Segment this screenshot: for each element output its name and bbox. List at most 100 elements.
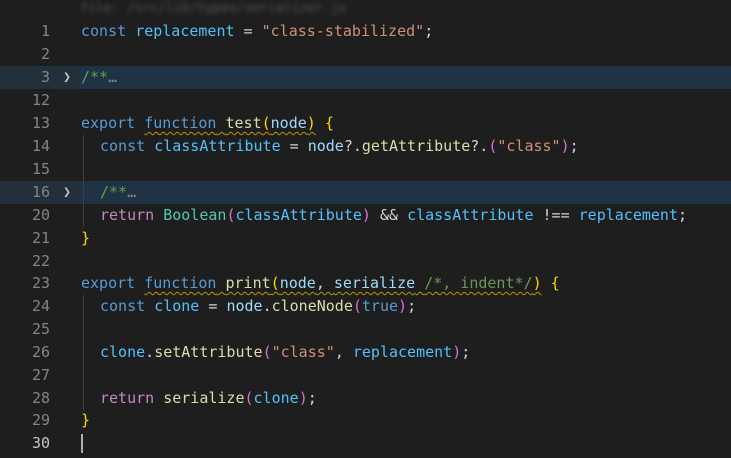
code-token: ,: [334, 343, 353, 361]
code-token: /**: [81, 68, 109, 86]
line-code[interactable]: const clone = node.cloneNode(true);: [100, 295, 416, 318]
line-number: 26: [31, 343, 50, 361]
fold-placeholder[interactable]: …: [127, 183, 136, 201]
code-line[interactable]: 14 const classAttribute = node?.getAttri…: [0, 135, 731, 158]
code-token: export: [81, 274, 136, 292]
code-token: (: [270, 274, 280, 292]
code-token: classAttribute: [154, 137, 281, 155]
line-number: 15: [31, 160, 50, 178]
code-line[interactable]: 20 return Boolean(classAttribute) && cla…: [0, 204, 731, 227]
line-number: 27: [31, 366, 50, 384]
code-token: ): [361, 206, 371, 224]
code-token: function: [144, 274, 217, 292]
code-token: =: [280, 137, 308, 155]
line-code[interactable]: export function print(node, serialize /*…: [81, 272, 560, 295]
code-token: ?.: [470, 137, 489, 155]
line-number: 1: [40, 22, 50, 40]
code-token: setAttribute: [154, 343, 263, 361]
code-token: classAttribute: [407, 206, 534, 224]
code-token: clone: [154, 297, 200, 315]
code-token: print: [225, 274, 271, 292]
line-number: 30: [31, 434, 50, 452]
code-line[interactable]: 21 }: [0, 227, 731, 250]
code-token: =: [199, 297, 227, 315]
code-token: node: [270, 114, 307, 132]
code-token: clone: [100, 343, 146, 361]
code-line[interactable]: 15: [0, 158, 731, 181]
code-token: ;: [678, 206, 688, 224]
line-number: 29: [31, 411, 50, 429]
code-line[interactable]: 28 return serialize(clone);: [0, 387, 731, 410]
code-token: const: [100, 137, 146, 155]
code-line[interactable]: 24 const clone = node.cloneNode(true);: [0, 295, 731, 318]
code-line-active[interactable]: 30: [0, 432, 731, 455]
code-line[interactable]: 27: [0, 364, 731, 387]
code-editor[interactable]: file: /src/lib/types/serializer.js 1 con…: [0, 0, 731, 458]
code-token: serialize: [333, 274, 416, 292]
code-token: const: [100, 297, 146, 315]
code-token: (: [262, 343, 272, 361]
line-code[interactable]: }: [81, 227, 90, 250]
code-token: return: [100, 206, 155, 224]
line-code[interactable]: /**…: [100, 181, 136, 204]
line-number: 2: [40, 45, 50, 63]
line-code[interactable]: return serialize(clone);: [100, 387, 317, 410]
code-line[interactable]: 26 clone.setAttribute("class", replaceme…: [0, 341, 731, 364]
line-number: 25: [31, 320, 50, 338]
code-token: ): [452, 343, 462, 361]
code-line[interactable]: 22: [0, 250, 731, 273]
line-code[interactable]: export function test(node) {: [81, 112, 334, 135]
code-line[interactable]: 2: [0, 43, 731, 66]
code-token: ): [560, 137, 570, 155]
code-token: /*, indent*/: [424, 274, 533, 292]
chevron-right-icon[interactable]: ❯: [60, 181, 74, 204]
code-token: ): [306, 114, 316, 132]
line-code[interactable]: const replacement = "class-stabilized";: [81, 20, 433, 43]
line-code[interactable]: return Boolean(classAttribute) && classA…: [100, 204, 687, 227]
line-code[interactable]: clone.setAttribute("class", replacement)…: [100, 341, 470, 364]
line-code[interactable]: const classAttribute = node?.getAttribut…: [100, 135, 579, 158]
code-line[interactable]: 12: [0, 89, 731, 112]
code-token: getAttribute: [361, 137, 471, 155]
code-token: "class": [497, 137, 561, 155]
code-token: ): [398, 297, 408, 315]
code-token: const: [81, 22, 127, 40]
chevron-right-icon[interactable]: ❯: [60, 66, 74, 89]
code-line-folded[interactable]: 16 ❯ /**…: [0, 181, 731, 204]
code-line[interactable]: 1 const replacement = "class-stabilized"…: [0, 20, 731, 43]
code-token: replacement: [352, 343, 453, 361]
code-token: .: [145, 343, 155, 361]
line-number: 14: [31, 137, 50, 155]
code-token: =: [234, 22, 262, 40]
code-line[interactable]: 13 export function test(node) {: [0, 112, 731, 135]
breadcrumb: file: /src/lib/types/serializer.js: [80, 1, 347, 16]
line-number: 28: [31, 389, 50, 407]
code-token: serialize: [163, 389, 245, 407]
code-token: node: [279, 274, 316, 292]
code-token: (: [244, 389, 254, 407]
code-token: clone: [253, 389, 299, 407]
line-code[interactable]: /**…: [81, 66, 117, 89]
line-code[interactable]: }: [81, 409, 90, 432]
code-line[interactable]: 23 export function print(node, serialize…: [0, 272, 731, 295]
code-token: node: [226, 297, 263, 315]
code-token: ;: [461, 343, 471, 361]
code-token: }: [81, 229, 91, 247]
code-token: "class": [271, 343, 335, 361]
line-number: 20: [31, 206, 50, 224]
line-number: 23: [31, 274, 50, 292]
code-line-folded[interactable]: 3 ❯ /**…: [0, 66, 731, 89]
code-token: ;: [424, 22, 434, 40]
fold-placeholder[interactable]: …: [108, 68, 117, 86]
code-line[interactable]: 29 }: [0, 409, 731, 432]
code-line[interactable]: 25: [0, 318, 731, 341]
code-token: ): [298, 389, 308, 407]
code-token: ?.: [343, 137, 362, 155]
